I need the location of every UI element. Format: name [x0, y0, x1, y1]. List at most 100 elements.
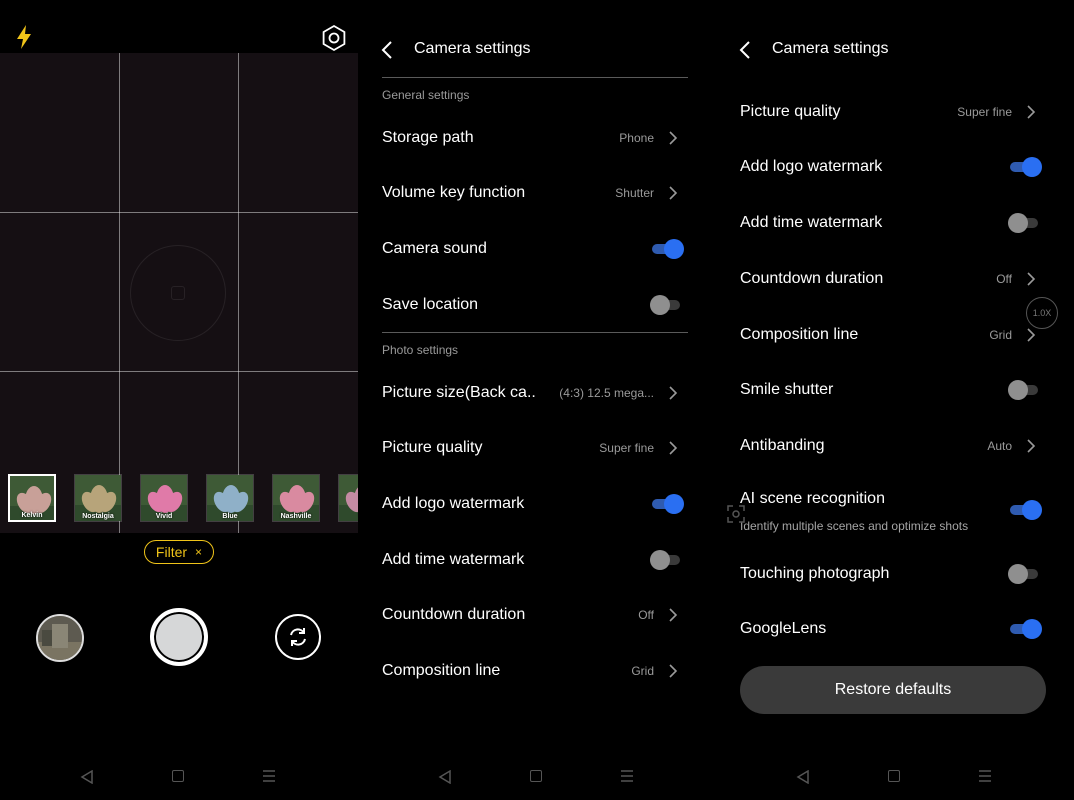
setting-label: Camera sound: [382, 240, 487, 257]
logo-watermark-toggle[interactable]: [1008, 156, 1042, 178]
shutter-button[interactable]: [150, 608, 208, 666]
setting-value: Shutter: [615, 186, 654, 200]
setting-label: Add logo watermark: [382, 495, 525, 512]
system-nav-bar: [358, 762, 716, 792]
setting-value: Grid: [631, 664, 654, 678]
grid-line: [0, 371, 358, 372]
nav-menu-icon[interactable]: [620, 770, 634, 782]
setting-composition-line[interactable]: Composition line Grid: [358, 645, 716, 697]
chevron-right-icon: [669, 131, 678, 145]
chevron-right-icon: [669, 608, 678, 622]
filter-label: Vivid: [155, 513, 173, 520]
time-watermark-toggle[interactable]: [1008, 212, 1042, 234]
setting-label: AI scene recognition: [740, 490, 885, 507]
setting-label: Smile shutter: [740, 381, 834, 398]
setting-label: Storage path: [382, 129, 474, 146]
chevron-right-icon: [1027, 272, 1036, 286]
nav-home-icon[interactable]: [172, 770, 184, 782]
setting-label: Composition line: [382, 662, 501, 679]
save-location-toggle[interactable]: [650, 294, 684, 316]
setting-value: Phone: [619, 131, 654, 145]
setting-antibanding[interactable]: Antibanding Auto: [716, 420, 1074, 472]
filter-thumbnail[interactable]: Vivid: [140, 474, 188, 522]
setting-composition-line[interactable]: Composition line Grid: [716, 309, 1074, 361]
grid-line: [238, 53, 239, 533]
scan-icon: [727, 505, 745, 523]
setting-value: Super fine: [957, 105, 1012, 119]
time-watermark-toggle[interactable]: [650, 549, 684, 571]
camera-sound-toggle[interactable]: [650, 238, 684, 260]
viewfinder[interactable]: [0, 53, 358, 533]
gallery-thumbnail[interactable]: [36, 614, 84, 662]
filter-chip[interactable]: Filter ×: [144, 540, 214, 564]
filter-thumbnail[interactable]: Nostalgia: [74, 474, 122, 522]
filter-thumbnail[interactable]: W: [338, 474, 358, 522]
filter-thumbnail[interactable]: Kelvin: [8, 474, 56, 522]
setting-label: GoogleLens: [740, 620, 827, 637]
smile-shutter-toggle[interactable]: [1008, 379, 1042, 401]
setting-volume-key-function[interactable]: Volume key function Shutter: [358, 167, 716, 219]
chevron-right-icon: [1027, 439, 1036, 453]
setting-label: Picture quality: [382, 439, 483, 456]
ai-scene-toggle[interactable]: [1008, 499, 1042, 521]
setting-countdown-duration[interactable]: Countdown duration Off: [716, 253, 1074, 305]
filter-thumbnail[interactable]: Blue: [206, 474, 254, 522]
logo-watermark-toggle[interactable]: [650, 493, 684, 515]
setting-label: Picture size(Back ca..: [382, 384, 536, 401]
setting-label: Save location: [382, 296, 479, 313]
setting-picture-quality[interactable]: Picture quality Super fine: [358, 422, 716, 474]
switch-camera-button[interactable]: [275, 614, 321, 660]
setting-value: Grid: [989, 328, 1012, 342]
filter-label: Kelvin: [21, 512, 43, 519]
setting-picture-size[interactable]: Picture size(Back ca.. (4:3) 12.5 mega..…: [358, 367, 716, 419]
setting-ai-scene-recognition: AI scene recognition Identify multiple s…: [716, 483, 1074, 537]
flash-icon[interactable]: [14, 24, 34, 50]
setting-save-location: Save location: [358, 279, 716, 331]
nav-back-icon[interactable]: [438, 770, 452, 784]
setting-picture-quality[interactable]: Picture quality Super fine: [716, 86, 1074, 138]
setting-smile-shutter: Smile shutter: [716, 364, 1074, 416]
rotate-camera-icon: [290, 628, 306, 646]
settings-header: Camera settings: [716, 30, 1074, 70]
google-lens-toggle[interactable]: [1008, 618, 1042, 640]
nav-back-icon[interactable]: [796, 770, 810, 784]
section-title-general: General settings: [382, 88, 470, 102]
nav-home-icon[interactable]: [888, 770, 900, 782]
setting-label: Picture quality: [740, 103, 841, 120]
nav-menu-icon[interactable]: [978, 770, 992, 782]
back-arrow-icon[interactable]: [738, 39, 754, 61]
touching-photograph-toggle[interactable]: [1008, 563, 1042, 585]
chevron-right-icon: [669, 186, 678, 200]
setting-label: Add time watermark: [382, 551, 525, 568]
close-icon[interactable]: ×: [195, 546, 202, 558]
page-title: Camera settings: [414, 40, 531, 57]
chevron-right-icon: [669, 386, 678, 400]
filter-thumbnail[interactable]: Nashville: [272, 474, 320, 522]
chevron-right-icon: [1027, 105, 1036, 119]
section-title-photo: Photo settings: [382, 343, 459, 357]
divider: [382, 77, 688, 78]
system-nav-bar: [716, 762, 1074, 792]
camera-settings-screen-1: Camera settings General settings Storage…: [358, 0, 716, 800]
zoom-level-badge: 1.0X: [1026, 297, 1058, 329]
filter-chip-label: Filter: [155, 544, 188, 560]
settings-icon[interactable]: [320, 24, 348, 52]
filter-strip[interactable]: Kelvin Nostalgia Vivid Blue Nashville W: [0, 474, 358, 526]
nav-home-icon[interactable]: [530, 770, 542, 782]
setting-storage-path[interactable]: Storage path Phone: [358, 112, 716, 164]
filter-label: Nostalgia: [82, 513, 114, 520]
setting-value: (4:3) 12.5 mega...: [559, 386, 654, 400]
restore-defaults-button[interactable]: Restore defaults: [740, 666, 1046, 714]
camera-settings-screen-2: Camera settings Picture quality Super fi…: [716, 0, 1074, 800]
setting-label: Touching photograph: [740, 565, 890, 582]
setting-value: Super fine: [599, 441, 654, 455]
setting-value: Off: [996, 272, 1012, 286]
setting-label: Add time watermark: [740, 214, 883, 231]
setting-label: Composition line: [740, 326, 859, 343]
nav-menu-icon[interactable]: [262, 770, 276, 782]
back-arrow-icon[interactable]: [380, 39, 396, 61]
setting-countdown-duration[interactable]: Countdown duration Off: [358, 589, 716, 641]
grid-line: [119, 53, 120, 533]
setting-logo-watermark: Add logo watermark: [716, 141, 1074, 193]
nav-back-icon[interactable]: [80, 770, 94, 784]
